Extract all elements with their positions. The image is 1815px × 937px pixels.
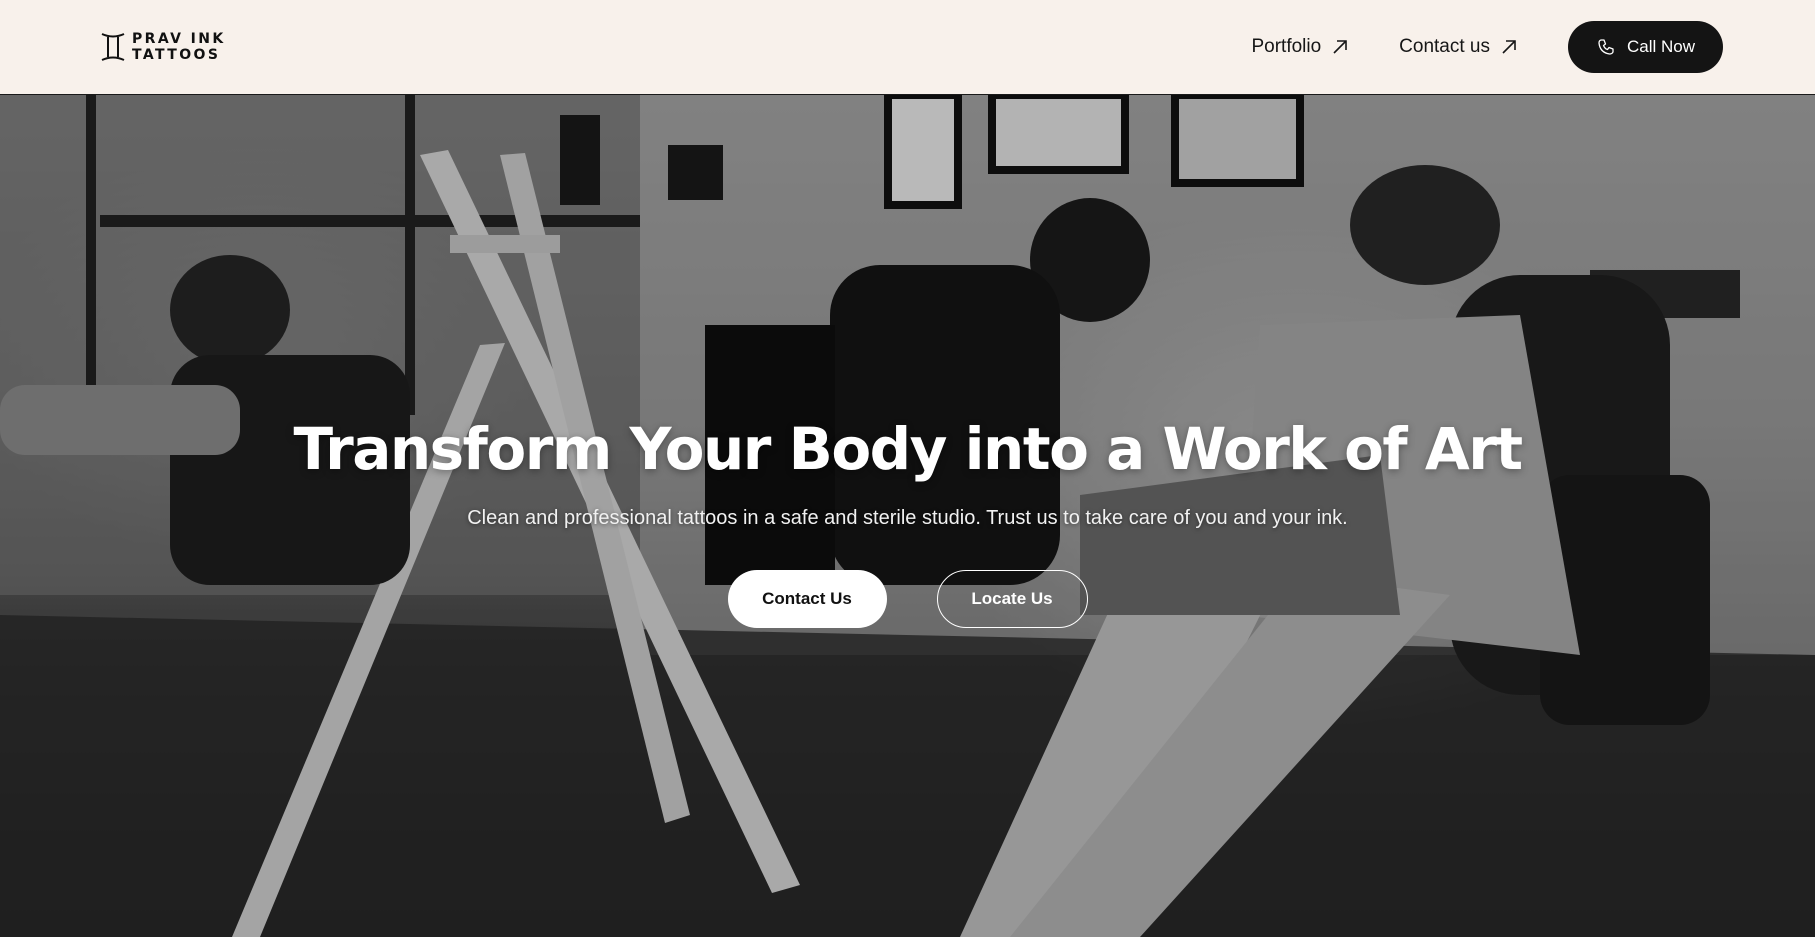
arrow-up-right-icon	[1333, 40, 1347, 54]
hero-subtitle: Clean and professional tattoos in a safe…	[467, 507, 1348, 529]
brand-name: PRAV INK TATTOOS	[132, 31, 226, 63]
nav-link-label: Contact us	[1399, 36, 1490, 57]
nav-link-contact[interactable]: Contact us	[1399, 36, 1518, 58]
arrow-up-right-icon	[1502, 40, 1516, 54]
nav-link-portfolio[interactable]: Portfolio	[1251, 36, 1349, 58]
phone-icon	[1598, 39, 1614, 55]
call-now-button[interactable]: Call Now	[1568, 21, 1723, 73]
brand-line-2: TATTOOS	[132, 47, 221, 63]
call-now-label: Call Now	[1627, 37, 1696, 56]
hero-buttons: Contact Us Locate Us	[727, 570, 1088, 628]
contact-us-button[interactable]: Contact Us	[727, 570, 887, 628]
hero-content: Transform Your Body into a Work of Art C…	[0, 95, 1815, 937]
hero-title: Transform Your Body into a Work of Art	[293, 415, 1523, 483]
brand-logo[interactable]: PRAV INK TATTOOS	[100, 31, 226, 63]
main-nav: Portfolio Contact us Call Now	[1251, 21, 1723, 73]
locate-us-button[interactable]: Locate Us	[936, 570, 1088, 628]
brand-line-1: PRAV INK	[132, 31, 226, 47]
gemini-pillar-icon	[101, 33, 125, 61]
site-header: PRAV INK TATTOOS Portfolio Contact us Ca…	[0, 0, 1815, 95]
hero-section: Transform Your Body into a Work of Art C…	[0, 95, 1815, 937]
nav-link-label: Portfolio	[1251, 36, 1322, 57]
